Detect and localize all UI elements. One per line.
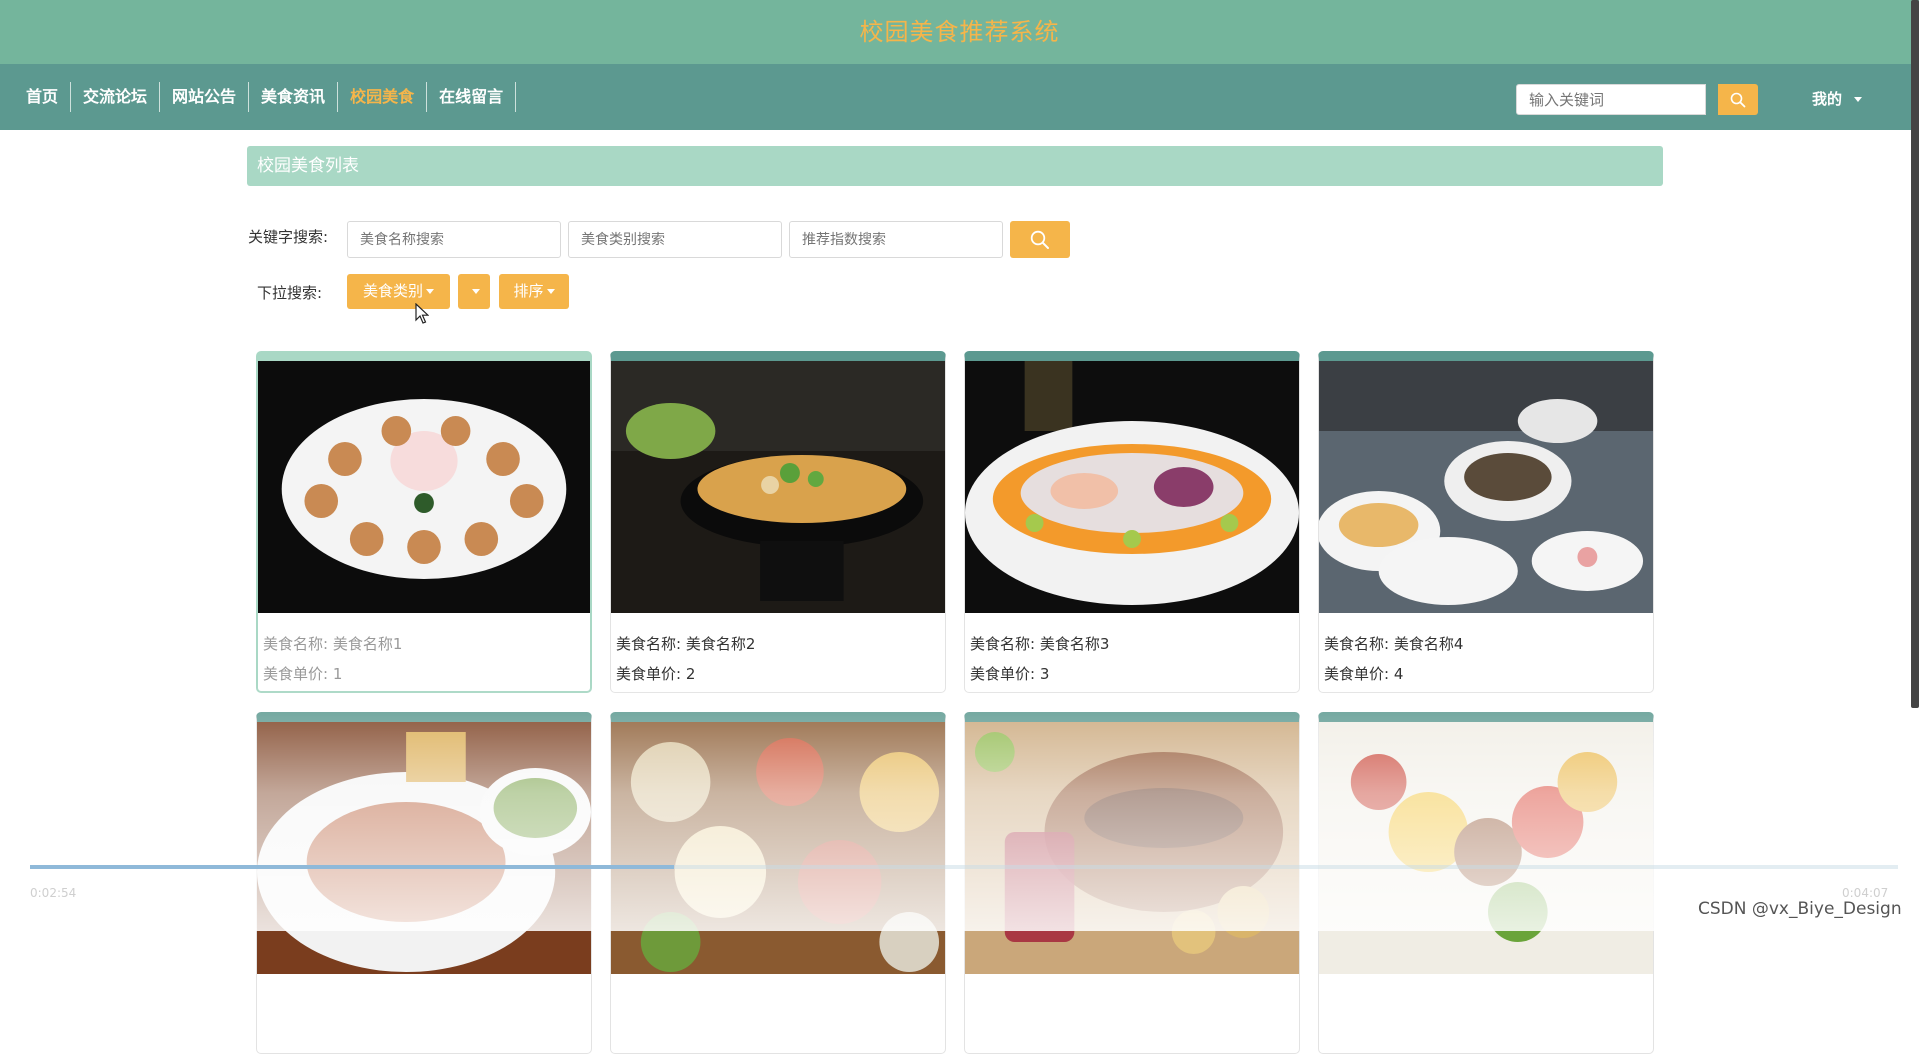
food-card[interactable]: 美食名称: 美食名称4 美食单价: 4 [1318,351,1654,693]
mouse-cursor-icon [415,303,429,324]
food-name: 美食名称: 美食名称3 [970,635,1110,653]
page-scrollbar[interactable] [1911,0,1919,708]
header-bar: 校园美食推荐系统 [0,0,1919,64]
caret-down-icon [1854,97,1863,102]
nav-search-button[interactable] [1718,84,1758,115]
video-total-time: 0:04:07 [1842,886,1889,900]
caret-down-icon [426,289,434,294]
video-progress-fill [30,865,675,869]
nav-item-forum[interactable]: 交流论坛 [71,82,161,112]
user-menu-label: 我的 [1812,90,1843,108]
food-name: 美食名称: 美食名称2 [616,635,756,653]
keyword-search-label: 关键字搜索: [248,228,329,246]
nav-item-campus-food[interactable]: 校园美食 [338,82,428,112]
search-icon [1030,230,1049,249]
nav-search-input[interactable] [1516,84,1706,115]
recommend-score-search-input[interactable] [789,221,1003,258]
main-nav: 首页 交流论坛 网站公告 美食资讯 校园美食 在线留言 [14,64,517,130]
watermark: CSDN @vx_Biye_Design [1698,899,1902,919]
sort-dropdown[interactable]: 排序 [499,274,569,309]
food-image [611,361,945,613]
food-image [258,361,590,613]
site-title: 校园美食推荐系统 [859,18,1060,46]
food-card[interactable]: 美食名称: 美食名称2 美食单价: 2 [610,351,946,693]
food-type-search-input[interactable] [568,221,782,258]
food-card[interactable]: 美食名称: 美食名称3 美食单价: 3 [964,351,1300,693]
food-name-search-input[interactable] [347,221,561,258]
nav-item-home[interactable]: 首页 [14,82,72,112]
section-header: 校园美食列表 [247,146,1663,186]
caret-down-icon [471,289,480,294]
dropdown-search-label: 下拉搜索: [257,284,323,302]
food-name: 美食名称: 美食名称4 [1324,635,1464,653]
nav-item-announcements[interactable]: 网站公告 [160,82,250,112]
search-icon [1730,92,1746,107]
nav-item-food-news[interactable]: 美食资讯 [249,82,339,112]
food-type-dropdown[interactable]: 美食类别 [347,274,450,309]
food-type-dropdown-label: 美食类别 [362,282,423,300]
food-image [965,361,1299,613]
food-name: 美食名称: 美食名称1 [263,635,403,653]
keyword-search-button[interactable] [1010,221,1070,258]
sort-dropdown-label: 排序 [513,282,544,300]
food-card[interactable]: 美食名称: 美食名称1 美食单价: 1 [256,351,592,693]
video-current-time: 0:02:54 [30,886,77,900]
user-menu[interactable]: 我的 [1812,84,1863,114]
caret-down-icon [546,289,555,294]
food-image [1319,361,1653,613]
nav-item-messages[interactable]: 在线留言 [427,82,517,112]
secondary-dropdown[interactable] [458,274,490,309]
video-overlay [0,680,1919,931]
section-title: 校园美食列表 [257,156,359,176]
